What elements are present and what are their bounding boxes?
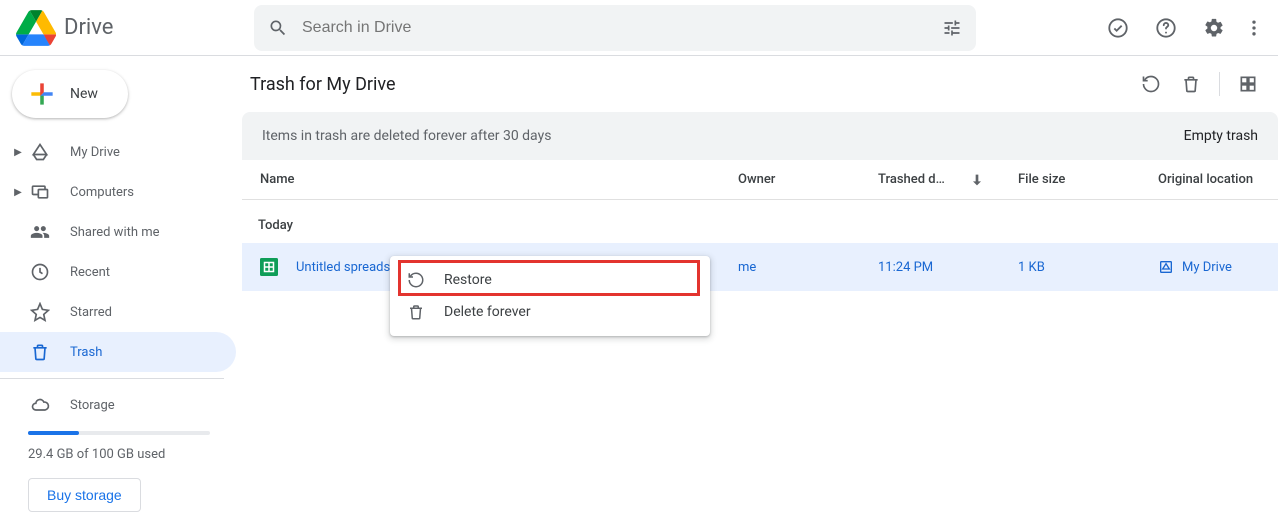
sidebar-item-label: My Drive: [70, 145, 120, 160]
sidebar-item-label: Storage: [70, 398, 115, 413]
col-header-owner[interactable]: Owner: [738, 172, 878, 187]
context-menu-restore[interactable]: Restore: [390, 264, 710, 296]
more-icon[interactable]: [1242, 8, 1266, 48]
sidebar: New ▶ My Drive ▶ Computers: [0, 56, 240, 531]
top-bar: Drive: [0, 0, 1278, 56]
settings-icon[interactable]: [1194, 8, 1234, 48]
sidebar-item-trash[interactable]: Trash: [0, 332, 236, 372]
divider: [1219, 72, 1220, 96]
search-input[interactable]: [302, 19, 928, 37]
storage-used-text: 29.4 GB of 100 GB used: [28, 447, 240, 462]
computers-icon: [28, 180, 52, 204]
sidebar-item-my-drive[interactable]: ▶ My Drive: [0, 132, 236, 172]
top-actions: [1098, 8, 1270, 48]
drive-logo-icon: [16, 8, 56, 48]
restore-icon: [406, 270, 426, 290]
star-icon: [28, 300, 52, 324]
sort-desc-icon: [969, 172, 985, 188]
col-header-trashed[interactable]: Trashed d…: [878, 172, 1018, 188]
banner-text: Items in trash are deleted forever after…: [262, 128, 551, 144]
offline-ready-icon[interactable]: [1098, 8, 1138, 48]
shared-icon: [28, 220, 52, 244]
buy-storage-button[interactable]: Buy storage: [28, 478, 141, 512]
context-menu-label: Delete forever: [444, 304, 531, 320]
trash-icon: [406, 302, 426, 322]
page-header: Trash for My Drive: [240, 56, 1278, 112]
col-header-trashed-label: Trashed d…: [878, 172, 945, 187]
search-options-icon[interactable]: [942, 18, 962, 38]
restore-from-trash-icon[interactable]: [1131, 64, 1171, 104]
sidebar-item-label: Trash: [70, 345, 102, 360]
main-content: Trash for My Drive Items in trash are de…: [240, 56, 1278, 531]
trash-icon: [28, 340, 52, 364]
context-menu-label: Restore: [444, 272, 492, 288]
col-header-location[interactable]: Original location: [1158, 172, 1278, 187]
cloud-icon: [28, 393, 52, 417]
file-location[interactable]: My Drive: [1158, 259, 1278, 275]
col-header-size[interactable]: File size: [1018, 172, 1158, 187]
grid-view-icon[interactable]: [1228, 64, 1268, 104]
context-menu: Restore Delete forever: [390, 256, 710, 336]
divider: [0, 378, 224, 379]
my-drive-icon: [1158, 259, 1174, 275]
list-header: Name Owner Trashed d… File size Original…: [242, 160, 1278, 200]
file-size: 1 KB: [1018, 260, 1158, 275]
search-icon: [268, 18, 288, 38]
file-owner: me: [738, 260, 878, 275]
page-title: Trash for My Drive: [250, 74, 396, 95]
sidebar-item-shared[interactable]: Shared with me: [0, 212, 236, 252]
sidebar-item-computers[interactable]: ▶ Computers: [0, 172, 236, 212]
storage-bar: [28, 431, 210, 435]
sheets-file-icon: [260, 258, 278, 276]
sidebar-item-label: Computers: [70, 185, 134, 200]
search-bar[interactable]: [254, 5, 976, 51]
brand[interactable]: Drive: [16, 8, 254, 48]
recent-icon: [28, 260, 52, 284]
caret-right-icon: ▶: [10, 147, 26, 158]
my-drive-icon: [28, 140, 52, 164]
sidebar-item-storage[interactable]: Storage: [0, 385, 236, 425]
new-button[interactable]: New: [12, 70, 128, 118]
sidebar-item-recent[interactable]: Recent: [0, 252, 236, 292]
sidebar-item-label: Starred: [70, 305, 112, 320]
file-trashed-date: 11:24 PM: [878, 260, 1018, 275]
col-header-name[interactable]: Name: [242, 172, 738, 187]
empty-trash-button[interactable]: Empty trash: [1184, 128, 1258, 144]
context-menu-delete-forever[interactable]: Delete forever: [390, 296, 710, 328]
new-button-label: New: [70, 86, 98, 102]
nav: ▶ My Drive ▶ Computers Shared with me: [0, 132, 240, 372]
sidebar-item-label: Shared with me: [70, 225, 160, 240]
app-name: Drive: [64, 15, 113, 40]
delete-forever-icon[interactable]: [1171, 64, 1211, 104]
sidebar-item-starred[interactable]: Starred: [0, 292, 236, 332]
help-icon[interactable]: [1146, 8, 1186, 48]
plus-icon: [26, 78, 58, 110]
info-banner: Items in trash are deleted forever after…: [242, 112, 1278, 160]
caret-right-icon: ▶: [10, 187, 26, 198]
file-location-label: My Drive: [1182, 260, 1232, 275]
sidebar-item-label: Recent: [70, 265, 110, 280]
storage-bar-fill: [28, 431, 79, 435]
group-label: Today: [240, 200, 1278, 243]
